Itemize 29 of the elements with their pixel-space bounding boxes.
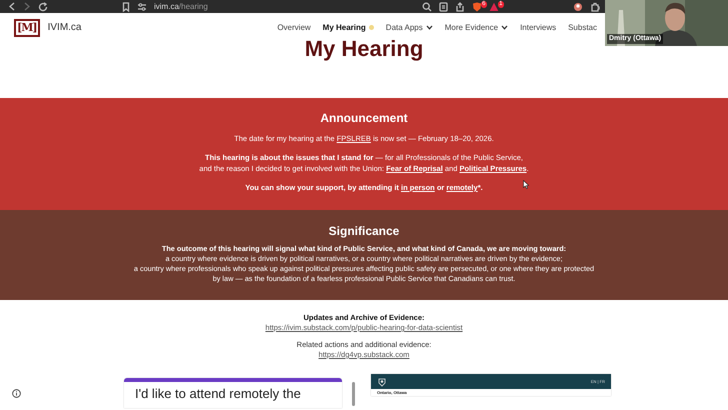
section-heading: Significance [328, 224, 400, 238]
section-heading: Announcement [319, 111, 409, 125]
nav-link[interactable]: My Hearing [316, 23, 380, 32]
nav-link[interactable]: More Evidence [438, 23, 514, 32]
profile-icon[interactable] [573, 2, 583, 12]
alert-icon[interactable] [489, 2, 499, 12]
nav-link[interactable]: Interviews [514, 23, 562, 32]
extensions-icon[interactable] [590, 2, 600, 12]
site-settings-icon[interactable] [137, 2, 147, 12]
zoom-icon[interactable] [422, 2, 432, 12]
forward-icon[interactable] [23, 2, 31, 11]
nav-link[interactable]: Substac [562, 23, 603, 32]
logo[interactable]: [M] [14, 18, 40, 36]
bookmark-icon[interactable] [122, 2, 130, 12]
address-bar[interactable]: ivim.ca/hearing [154, 2, 208, 12]
reload-icon[interactable] [38, 2, 48, 12]
nav-link[interactable]: Data Apps [380, 23, 439, 32]
page-title: My Hearing [304, 36, 424, 63]
nav-link[interactable]: Overview [271, 23, 317, 32]
reader-icon[interactable] [439, 2, 448, 12]
site-name[interactable]: IVIM.ca [48, 22, 82, 33]
info-icon[interactable] [12, 389, 21, 398]
form-title: I'd like to attend remotely the [135, 386, 302, 402]
share-icon[interactable] [455, 2, 465, 12]
crest-icon [377, 376, 387, 386]
mouse-cursor-icon [523, 180, 529, 189]
back-icon[interactable] [8, 2, 16, 11]
shield-icon[interactable] [472, 2, 482, 12]
scrollbar[interactable] [352, 382, 355, 406]
